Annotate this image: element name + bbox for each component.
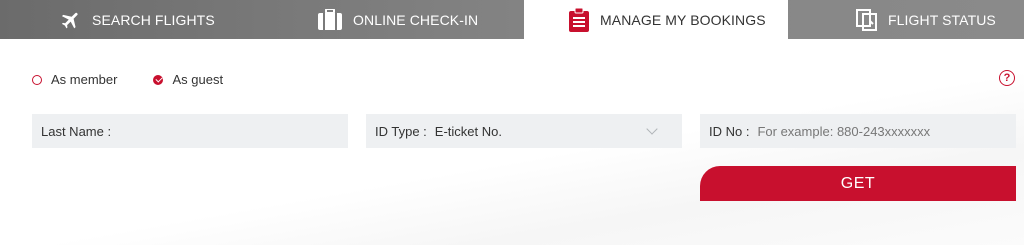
tab-manage-my-bookings[interactable]: MANAGE MY BOOKINGS xyxy=(524,0,788,39)
radio-unchecked-icon[interactable] xyxy=(32,74,42,85)
airplane-icon xyxy=(60,9,82,31)
booking-tabs: SEARCH FLIGHTS ONLINE CHECK-IN MANAGE MY… xyxy=(0,0,1024,39)
radio-as-member[interactable]: As member xyxy=(32,72,117,87)
tab-label: ONLINE CHECK-IN xyxy=(353,11,479,28)
help-icon[interactable]: ? xyxy=(999,70,1015,86)
tab-label: SEARCH FLIGHTS xyxy=(92,11,215,28)
tab-flight-status[interactable]: FLIGHT STATUS xyxy=(788,0,1024,39)
id-type-label: ID Type : xyxy=(375,123,427,139)
id-type-selected-value: E-ticket No. xyxy=(434,123,502,139)
id-type-select[interactable]: ID Type : E-ticket No. xyxy=(366,114,682,148)
tab-online-check-in[interactable]: ONLINE CHECK-IN xyxy=(262,0,524,39)
clipboard-icon xyxy=(568,7,590,32)
tab-search-flights[interactable]: SEARCH FLIGHTS xyxy=(0,0,262,39)
radio-checked-icon[interactable] xyxy=(153,74,164,85)
last-name-label: Last Name : xyxy=(41,123,112,139)
get-button[interactable]: GET xyxy=(700,166,1016,201)
last-name-field[interactable]: Last Name : xyxy=(32,114,348,148)
radio-label: As member xyxy=(51,72,118,87)
id-no-label: ID No : xyxy=(709,123,750,139)
last-name-input[interactable] xyxy=(119,116,348,146)
id-no-field[interactable]: ID No : xyxy=(700,114,1016,148)
radio-label: As guest xyxy=(172,72,224,87)
id-no-input[interactable] xyxy=(757,116,1016,146)
login-mode-radio-group: As member As guest xyxy=(32,72,259,87)
document-copy-icon xyxy=(856,8,878,31)
tab-label: FLIGHT STATUS xyxy=(888,11,996,28)
tab-label: MANAGE MY BOOKINGS xyxy=(600,11,766,28)
luggage-icon xyxy=(317,8,343,31)
chevron-down-icon xyxy=(646,123,658,135)
radio-as-guest[interactable]: As guest xyxy=(153,72,223,87)
